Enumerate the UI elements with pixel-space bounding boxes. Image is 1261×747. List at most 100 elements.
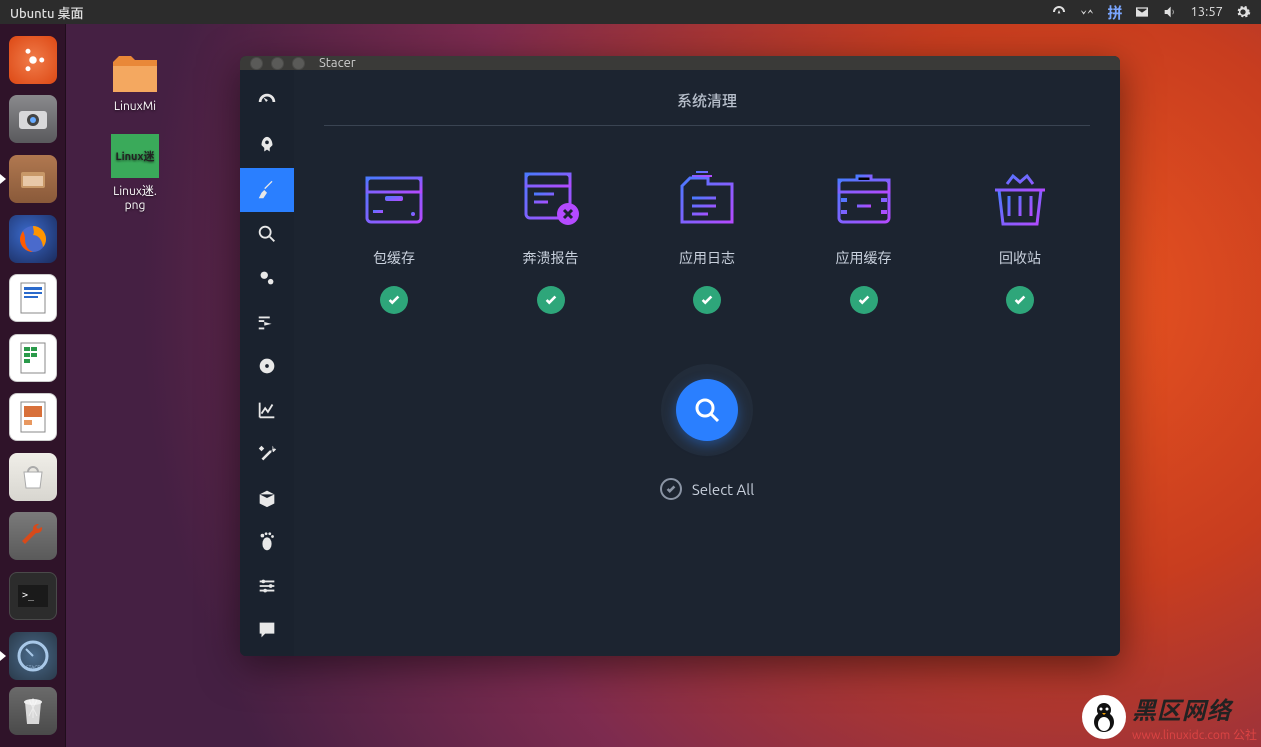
launcher-screenshot[interactable] <box>7 94 59 146</box>
launcher-software[interactable] <box>7 451 59 503</box>
chart-icon <box>256 399 278 421</box>
watermark: 黑区网络 www.linuxidc.com 公社 <box>1082 691 1257 743</box>
category-check[interactable] <box>537 286 565 314</box>
stacer-titlebar[interactable]: Stacer <box>240 56 1120 70</box>
bag-icon <box>18 462 48 492</box>
window-close-button[interactable] <box>250 57 263 70</box>
select-all-toggle[interactable]: Select All <box>660 478 754 500</box>
stacer-side-processes[interactable] <box>240 300 294 344</box>
package-cache-icon <box>359 166 429 230</box>
terminal-icon: >_ <box>16 583 50 609</box>
category-crash-reports[interactable]: 奔溃报告 <box>501 166 601 314</box>
desktop-icon-linuxmi[interactable]: LinuxMi <box>95 52 175 113</box>
chat-icon <box>256 619 278 641</box>
watermark-text: 黑区网络 <box>1132 691 1257 726</box>
desktop-icon-label: LinuxMi <box>95 100 175 113</box>
launcher-settings[interactable] <box>7 511 59 563</box>
launcher-calc[interactable] <box>7 332 59 384</box>
window-title: Stacer <box>319 56 356 70</box>
trash-icon <box>19 694 47 728</box>
launcher-trash[interactable] <box>7 685 59 737</box>
launcher-files[interactable] <box>7 153 59 205</box>
network-icon <box>1079 4 1095 20</box>
launcher-impress[interactable] <box>7 391 59 443</box>
select-all-label: Select All <box>692 481 754 498</box>
search-icon <box>693 396 721 424</box>
launcher-firefox[interactable] <box>7 213 59 265</box>
watermark-sub: www.linuxidc.com 公社 <box>1132 726 1257 743</box>
rocket-icon <box>256 135 278 157</box>
calc-icon <box>19 341 47 375</box>
wrench-icon <box>17 520 49 552</box>
process-icon <box>256 311 278 333</box>
stacer-main: 系统清理 包缓存 奔溃报告 应用日志 <box>294 70 1120 656</box>
category-check[interactable] <box>693 286 721 314</box>
gear-icon <box>1235 4 1251 20</box>
window-maximize-button[interactable] <box>292 57 305 70</box>
launcher-ubuntu-dash[interactable] <box>7 34 59 86</box>
category-check[interactable] <box>1006 286 1034 314</box>
stacer-side-cleaner[interactable] <box>240 168 294 212</box>
stacer-side-resources[interactable] <box>240 388 294 432</box>
desktop-icon-linuxmi-png[interactable]: Linux迷 Linux迷. png <box>95 134 175 212</box>
stacer-side-uninstaller[interactable] <box>240 344 294 388</box>
stacer-side-helpers[interactable] <box>240 432 294 476</box>
volume-icon <box>1162 4 1178 20</box>
launcher-writer[interactable] <box>7 272 59 324</box>
stacer-side-services[interactable] <box>240 256 294 300</box>
indicator-gauge[interactable] <box>1051 4 1067 20</box>
tools-icon <box>256 443 278 465</box>
impress-icon <box>19 400 47 434</box>
disc-icon <box>256 355 278 377</box>
broom-icon <box>256 179 278 201</box>
stacer-side-startup[interactable] <box>240 124 294 168</box>
indicator-sound[interactable] <box>1162 4 1178 20</box>
desktop-icon-label: Linux迷. png <box>95 182 175 212</box>
category-label: 应用日志 <box>679 248 735 268</box>
top-panel: Ubuntu 桌面 拼 13:57 <box>0 0 1261 24</box>
indicator-mail[interactable] <box>1134 4 1150 20</box>
gears-icon <box>256 267 278 289</box>
stacer-side-dashboard[interactable] <box>240 80 294 124</box>
stacer-side-feedback[interactable] <box>240 608 294 652</box>
gauge-icon <box>256 91 278 113</box>
launcher-stacer[interactable]: STACER <box>7 630 59 682</box>
category-check[interactable] <box>380 286 408 314</box>
stacer-categories: 包缓存 奔溃报告 应用日志 应用缓存 <box>324 166 1090 314</box>
scan-button[interactable] <box>676 379 738 441</box>
stacer-side-apt-repos[interactable] <box>240 476 294 520</box>
sliders-icon <box>256 575 278 597</box>
launcher-terminal[interactable]: >_ <box>7 570 59 622</box>
indicator-input-method[interactable]: 拼 <box>1107 2 1122 23</box>
indicator-clock[interactable]: 13:57 <box>1190 5 1223 19</box>
indicator-network[interactable] <box>1079 4 1095 20</box>
foot-icon <box>256 531 278 553</box>
crash-reports-icon <box>516 166 586 230</box>
stacer-window: Stacer 系统清理 包缓存 <box>240 56 1120 656</box>
svg-text:>_: >_ <box>22 590 35 601</box>
category-check[interactable] <box>850 286 878 314</box>
category-label: 包缓存 <box>373 248 415 268</box>
stacer-heading: 系统清理 <box>324 90 1090 126</box>
app-cache-icon <box>829 166 899 230</box>
window-minimize-button[interactable] <box>271 57 284 70</box>
mail-icon <box>1134 4 1150 20</box>
box-icon <box>256 487 278 509</box>
category-package-cache[interactable]: 包缓存 <box>344 166 444 314</box>
category-trash-bin[interactable]: 回收站 <box>970 166 1070 314</box>
stacer-side-settings[interactable] <box>240 564 294 608</box>
indicator-session[interactable] <box>1235 4 1251 20</box>
category-label: 应用缓存 <box>836 248 892 268</box>
unity-launcher: >_ STACER <box>0 24 66 747</box>
search-icon <box>256 223 278 245</box>
category-app-logs[interactable]: 应用日志 <box>657 166 757 314</box>
panel-title[interactable]: Ubuntu 桌面 <box>4 3 84 22</box>
stacer-side-gnome[interactable] <box>240 520 294 564</box>
trash-bin-icon <box>985 166 1055 230</box>
writer-icon <box>19 281 47 315</box>
category-app-cache[interactable]: 应用缓存 <box>814 166 914 314</box>
category-label: 回收站 <box>999 248 1041 268</box>
check-circle-icon <box>660 478 682 500</box>
gauge-icon <box>1051 4 1067 20</box>
stacer-side-search[interactable] <box>240 212 294 256</box>
